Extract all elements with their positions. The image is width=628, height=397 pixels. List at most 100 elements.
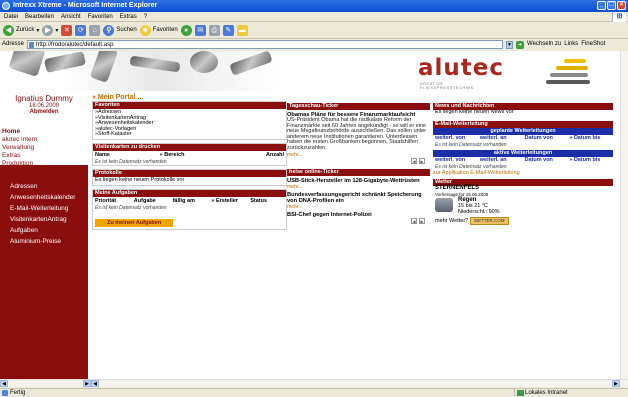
column-header-datum-von[interactable]: Datum von	[525, 157, 567, 164]
nav-visitenkartenantrag[interactable]: VisitenkartenAntrag	[10, 214, 88, 225]
nav-home[interactable]: Home	[2, 128, 88, 136]
column-header-an[interactable]: weiterl. an	[480, 157, 522, 164]
banner: alutec KREATIVE FLIESSPRESSTECHNIK	[0, 51, 620, 91]
prev-icon[interactable]: ◀	[411, 157, 417, 164]
menu-help[interactable]: ?	[144, 12, 147, 21]
banner-image	[0, 51, 300, 91]
protocols-box: Protokolle Es liegen keine neuen Protoko…	[92, 168, 287, 186]
title-bar: Intrexx Xtreme - Microsoft Internet Expl…	[0, 0, 628, 12]
planned-forwards-header: geplante Weiterleitungen	[433, 127, 613, 135]
favorite-link[interactable]: »Stoff-Kataster	[95, 132, 284, 138]
main-navigation: Home alutec intern Verwaltung Extras Pro…	[0, 128, 88, 168]
ticker-column: Tagesschau-Ticker Obamas Pläne für besse…	[287, 103, 430, 226]
column-header-datum-bis[interactable]: » Datum bis	[569, 157, 611, 164]
go-arrow-icon[interactable]: ➜	[516, 40, 525, 49]
column-header-von[interactable]: weiterl. von	[435, 135, 477, 142]
portal-title: » Mein Portal ...	[92, 94, 144, 101]
nav-email-weiterleitung[interactable]: E-Mail-Weiterleitung	[10, 203, 88, 214]
browser-window: Intrexx Xtreme - Microsoft Internet Expl…	[0, 0, 628, 397]
column-header-datum-von[interactable]: Datum von	[525, 135, 567, 142]
column-header-anzahl[interactable]: Anzahl	[224, 152, 284, 158]
column-header-status[interactable]: Status	[250, 198, 284, 204]
nav-produktion[interactable]: Produktion	[2, 160, 88, 168]
scroll-left-icon[interactable]: ◀	[0, 380, 8, 387]
refresh-icon[interactable]: ⟳	[75, 24, 87, 36]
windows-logo-icon: ⊞	[612, 12, 626, 22]
column-header-von[interactable]: weiterl. von	[435, 157, 477, 164]
nav-verwaltung[interactable]: Verwaltung	[2, 144, 88, 152]
nav-adressen[interactable]: Adressen	[10, 181, 88, 192]
address-dropdown[interactable]: ▼	[506, 40, 514, 49]
nav-alutec-intern[interactable]: alutec intern	[2, 136, 88, 144]
column-header-prioritaet[interactable]: Priorität	[95, 198, 129, 204]
email-app-link[interactable]: zur Applikation E-Mail-Weiterleitung	[433, 170, 613, 176]
nav-aufgaben[interactable]: Aufgaben	[10, 225, 88, 236]
back-button[interactable]: ◀ Zurück ▾	[3, 24, 39, 36]
print-icon[interactable]: ⎙	[208, 24, 220, 36]
heise-header: heise online-Ticker	[287, 168, 430, 176]
stop-icon[interactable]: ✕	[61, 24, 73, 36]
menu-bar: Datei Bearbeiten Ansicht Favoriten Extra…	[0, 12, 628, 22]
close-button[interactable]: ×	[617, 1, 626, 10]
horizontal-scrollbar[interactable]: ◀ ▶ ◀ ▶	[0, 379, 628, 387]
column-header-aufgabe[interactable]: Aufgabe	[134, 198, 168, 204]
column-header-name[interactable]: Name	[95, 152, 155, 158]
go-button[interactable]: Wechseln zu	[527, 39, 561, 50]
next-icon[interactable]: ▶	[419, 157, 425, 164]
column-header-bereich[interactable]: » Bereich	[160, 152, 220, 158]
app-navigation: Adressen Anwesenheitskalender E-Mail-Wei…	[0, 181, 88, 247]
mail-icon[interactable]: ✉	[194, 24, 206, 36]
column-header-datum-bis[interactable]: » Datum bis	[569, 135, 611, 142]
more-link[interactable]: mehr...	[287, 204, 430, 210]
favorites-box: Favoriten »Adressen »VisitenkartenAntrag…	[92, 101, 287, 140]
fineshot-button[interactable]: FineShot	[581, 39, 605, 50]
folder-icon[interactable]: ▬	[236, 24, 248, 36]
wetter-com-button[interactable]: WETTER.COM	[469, 216, 509, 225]
user-box: Ignatius Dummy 18.06.2009 Abmelden	[0, 91, 88, 128]
scroll-right-icon[interactable]: ▶	[612, 380, 620, 387]
tasks-header: Meine Aufgaben	[93, 189, 286, 197]
menu-favoriten[interactable]: Favoriten	[88, 12, 113, 21]
prev-icon[interactable]: ◀	[411, 217, 417, 224]
logout-link[interactable]: Abmelden	[0, 109, 88, 115]
nav-extras[interactable]: Extras	[2, 152, 88, 160]
nav-aluminium-preise[interactable]: Aluminium-Preise	[10, 236, 88, 247]
scroll-left-icon[interactable]: ◀	[91, 380, 99, 387]
minimize-button[interactable]: _	[597, 1, 606, 10]
nav-anwesenheitskalender[interactable]: Anwesenheitskalender	[10, 192, 88, 203]
column-header-faellig[interactable]: fällig am	[173, 198, 207, 204]
edit-icon[interactable]: ✎	[222, 24, 234, 36]
column-header-ersteller[interactable]: » Ersteller	[211, 198, 245, 204]
search-button[interactable]: ⚲ Suchen	[103, 24, 137, 36]
menu-ansicht[interactable]: Ansicht	[61, 12, 81, 21]
menu-extras[interactable]: Extras	[120, 12, 137, 21]
news-text: US-Präsident Obama hat die radikalste Re…	[287, 117, 427, 151]
links-button[interactable]: Links	[564, 39, 578, 50]
media-icon[interactable]: ●	[180, 24, 192, 36]
forward-button[interactable]: ▶ ▾	[42, 24, 58, 36]
status-text: Fertig	[10, 390, 26, 396]
news-text: Es liegen keine neuen News vor	[435, 109, 514, 115]
back-arrow-icon: ◀	[3, 24, 14, 36]
right-column: News und Nachrichten Es liegen keine neu…	[433, 103, 613, 225]
column-header-an[interactable]: weiterl. an	[480, 135, 522, 142]
maximize-button[interactable]: □	[607, 1, 616, 10]
protocols-text: Es liegen keine neuen Protokolle vor	[95, 176, 185, 183]
favorites-button[interactable]: ★ Favoriten	[139, 24, 178, 36]
news-title[interactable]: Bundesverfassungsgericht schränkt Speich…	[287, 192, 430, 204]
menu-datei[interactable]: Datei	[4, 12, 18, 21]
vertical-scrollbar[interactable]	[620, 51, 628, 379]
cards-header: Visitenkarten zu drucken	[93, 143, 286, 151]
menu-bearbeiten[interactable]: Bearbeiten	[25, 12, 54, 21]
address-bar: Adresse http://frodo/alutec/default.asp …	[0, 39, 628, 50]
ie-icon	[2, 2, 10, 10]
next-icon[interactable]: ▶	[419, 217, 425, 224]
alutec-logo: alutec KREATIVE FLIESSPRESSTECHNIK	[418, 55, 608, 95]
go-to-tasks-button[interactable]: Zu meinen Aufgaben	[95, 218, 174, 227]
address-label: Adresse	[2, 41, 25, 47]
address-input[interactable]: http://frodo/alutec/default.asp	[27, 40, 504, 49]
home-icon[interactable]: ⌂	[89, 24, 101, 36]
scroll-right-icon[interactable]: ▶	[83, 380, 91, 387]
more-link[interactable]: mehr...	[287, 184, 430, 190]
news-title[interactable]: USB-Stick-Hersteller im 128-Gigabyte-Wet…	[287, 178, 430, 184]
